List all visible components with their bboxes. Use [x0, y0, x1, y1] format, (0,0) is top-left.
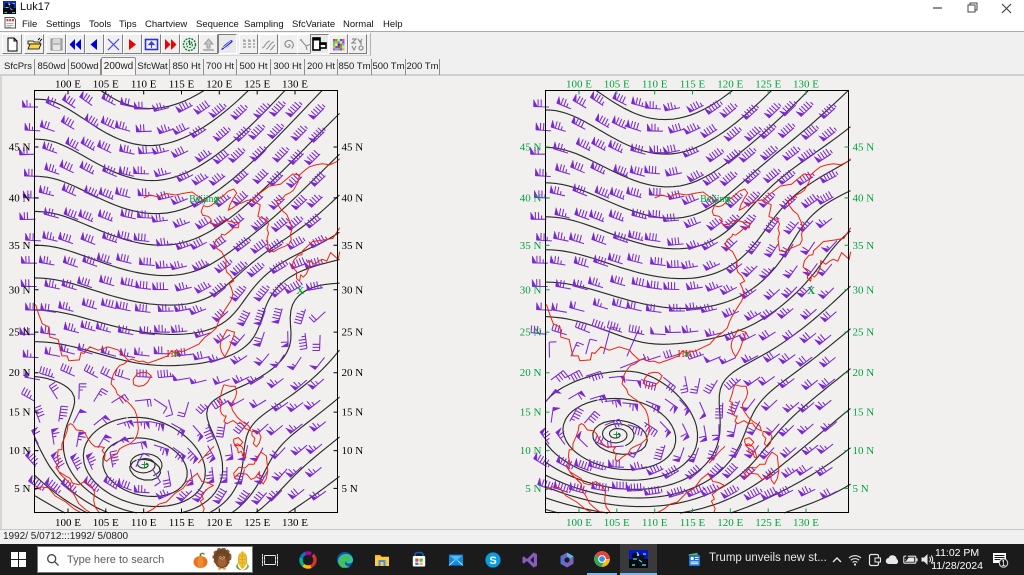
svg-text:105 E: 105 E: [604, 79, 630, 91]
svg-text:15 N: 15 N: [520, 407, 542, 419]
svg-text:115 E: 115 E: [169, 517, 195, 529]
svg-text:105 E: 105 E: [604, 517, 630, 529]
svg-text:125 E: 125 E: [244, 517, 270, 529]
svg-text:10 N: 10 N: [9, 445, 31, 457]
svg-text:130 E: 130 E: [793, 517, 819, 529]
svg-text:105 E: 105 E: [93, 517, 119, 529]
svg-text:15 N: 15 N: [9, 407, 31, 419]
svg-text:115 E: 115 E: [680, 79, 706, 91]
svg-text:30 N: 30 N: [342, 284, 364, 296]
svg-text:35 N: 35 N: [853, 240, 875, 252]
svg-text:20 N: 20 N: [520, 367, 542, 379]
svg-text:115 E: 115 E: [680, 517, 706, 529]
svg-text:30 N: 30 N: [520, 284, 542, 296]
svg-text:110 E: 110 E: [642, 517, 668, 529]
svg-text:35 N: 35 N: [9, 240, 31, 252]
svg-text:Beijing: Beijing: [189, 194, 218, 205]
svg-text:25 N: 25 N: [520, 327, 542, 339]
svg-text:25 N: 25 N: [9, 327, 31, 339]
svg-text:40 N: 40 N: [520, 192, 542, 204]
svg-text:110 E: 110 E: [642, 79, 668, 91]
svg-text:10 N: 10 N: [853, 445, 875, 457]
svg-text:115 E: 115 E: [169, 79, 195, 91]
svg-text:HK: HK: [678, 349, 693, 360]
svg-text:20 N: 20 N: [342, 367, 364, 379]
svg-text:125 E: 125 E: [755, 79, 781, 91]
svg-text:125 E: 125 E: [244, 79, 270, 91]
svg-text:45 N: 45 N: [853, 142, 875, 154]
svg-text:Beijing: Beijing: [700, 194, 729, 205]
svg-text:40 N: 40 N: [9, 192, 31, 204]
svg-text:35 N: 35 N: [520, 240, 542, 252]
svg-text:HK: HK: [167, 349, 182, 360]
svg-text:S: S: [489, 555, 496, 567]
svg-text:100 E: 100 E: [566, 517, 592, 529]
svg-text:X: X: [807, 285, 815, 297]
svg-text:5 N: 5 N: [853, 483, 869, 495]
svg-text:30 N: 30 N: [853, 284, 875, 296]
svg-text:120 E: 120 E: [717, 517, 743, 529]
svg-text:105 E: 105 E: [93, 79, 119, 91]
svg-text:130 E: 130 E: [793, 79, 819, 91]
svg-text:100 E: 100 E: [566, 79, 592, 91]
svg-text:10 N: 10 N: [342, 445, 364, 457]
svg-text:5 N: 5 N: [525, 483, 541, 495]
svg-text:45 N: 45 N: [342, 142, 364, 154]
svg-text:120 E: 120 E: [206, 79, 232, 91]
svg-text:40 N: 40 N: [853, 192, 875, 204]
svg-text:20 N: 20 N: [9, 367, 31, 379]
svg-text:25 N: 25 N: [853, 327, 875, 339]
svg-text:130 E: 130 E: [282, 79, 308, 91]
svg-text:100 E: 100 E: [55, 517, 81, 529]
svg-text:130 E: 130 E: [282, 517, 308, 529]
svg-text:35 N: 35 N: [342, 240, 364, 252]
svg-text:45 N: 45 N: [520, 142, 542, 154]
svg-text:30 N: 30 N: [9, 284, 31, 296]
svg-text:1: 1: [1001, 559, 1006, 568]
svg-text:25 N: 25 N: [342, 327, 364, 339]
svg-text:5 N: 5 N: [14, 483, 30, 495]
svg-text:110 E: 110 E: [131, 79, 157, 91]
svg-text:125 E: 125 E: [755, 517, 781, 529]
svg-text:5 N: 5 N: [342, 483, 358, 495]
svg-text:40 N: 40 N: [342, 192, 364, 204]
svg-text:120 E: 120 E: [717, 79, 743, 91]
svg-text:45 N: 45 N: [9, 142, 31, 154]
svg-text:10 N: 10 N: [520, 445, 542, 457]
svg-text:15 N: 15 N: [853, 407, 875, 419]
svg-text:100 E: 100 E: [55, 79, 81, 91]
svg-text:110 E: 110 E: [131, 517, 157, 529]
svg-text:120 E: 120 E: [206, 517, 232, 529]
svg-text:15 N: 15 N: [342, 407, 364, 419]
svg-text:X: X: [296, 285, 304, 297]
svg-text:20 N: 20 N: [853, 367, 875, 379]
